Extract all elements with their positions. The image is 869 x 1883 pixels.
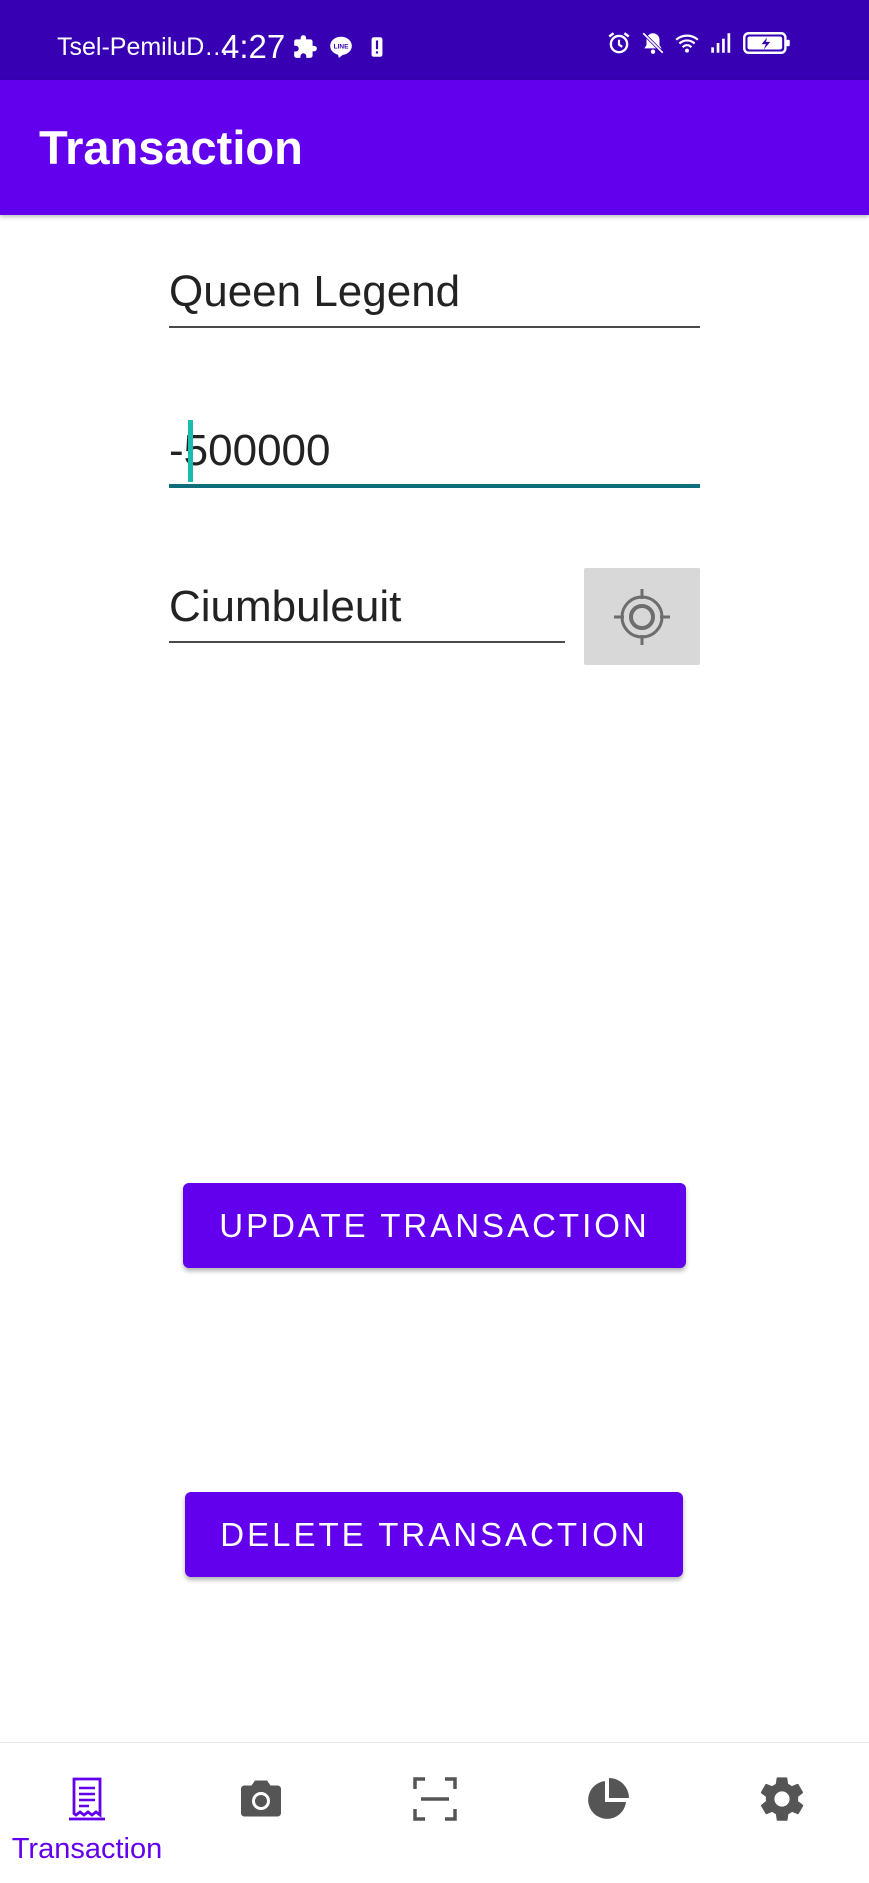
puzzle-icon [292, 34, 318, 60]
pie-chart-icon [582, 1773, 634, 1825]
name-input[interactable] [169, 258, 700, 326]
app-bar: Transaction [0, 80, 869, 215]
name-field[interactable] [169, 258, 700, 328]
bottom-navigation: Transaction [0, 1742, 869, 1883]
battery-charging-icon [742, 30, 792, 56]
crosshair-icon [610, 585, 674, 649]
status-bar: Tsel-PemiluD… 4:27 LINE [0, 0, 869, 80]
nav-item-statistics[interactable] [521, 1743, 695, 1883]
nav-item-scan[interactable] [348, 1743, 522, 1883]
nav-label-transaction: Transaction [11, 1833, 163, 1865]
nav-item-transaction[interactable]: Transaction [0, 1743, 174, 1883]
line-app-icon: LINE [328, 34, 354, 60]
location-input[interactable] [169, 573, 565, 641]
wifi-icon [674, 30, 700, 56]
bell-off-icon [640, 30, 666, 56]
update-transaction-button[interactable]: UPDATE TRANSACTION [183, 1183, 686, 1268]
page-title: Transaction [39, 121, 303, 174]
screen: Tsel-PemiluD… 4:27 LINE Transaction Quee… [0, 0, 869, 1883]
svg-text:LINE: LINE [334, 44, 349, 51]
carrier-name: Tsel-PemiluD… [57, 33, 230, 61]
amount-field[interactable] [169, 418, 700, 488]
nav-item-camera[interactable] [174, 1743, 348, 1883]
system-icons [606, 30, 792, 56]
alert-icon [364, 34, 390, 60]
signal-icon [708, 30, 734, 56]
amount-input[interactable] [169, 418, 700, 484]
text-cursor [188, 420, 193, 482]
nav-item-settings[interactable] [695, 1743, 869, 1883]
notification-icons: LINE [292, 34, 390, 60]
scan-icon [409, 1773, 461, 1825]
alarm-icon [606, 30, 632, 56]
receipt-icon [61, 1773, 113, 1825]
clock: 4:27 [221, 28, 286, 65]
get-location-button[interactable] [584, 568, 700, 665]
location-field[interactable] [169, 573, 565, 643]
delete-transaction-button[interactable]: DELETE TRANSACTION [185, 1492, 683, 1577]
camera-icon [235, 1773, 287, 1825]
gear-icon [756, 1773, 808, 1825]
